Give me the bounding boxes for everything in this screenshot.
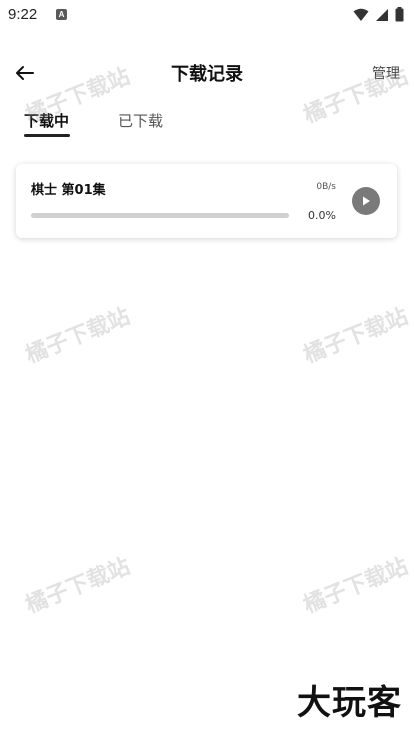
tab-bar: 下载中 已下载 [0,106,414,140]
download-item[interactable]: 棋士 第01集 0B/s 0.0% [16,164,397,238]
progress-bar [31,213,289,218]
screen: 9:22 A 下载记录 管理 下载中 已下载 棋士 第01集 0B/s 0.0%… [0,0,414,736]
manage-button[interactable]: 管理 [372,63,400,83]
brand-logo: 大玩客 [297,683,402,723]
battery-icon [395,7,404,22]
signal-icon [376,8,388,21]
download-speed: 0B/s [316,182,336,192]
watermark: 橘子下载站 [22,304,134,369]
header: 下载记录 管理 [0,52,414,92]
tab-downloading[interactable]: 下载中 [24,110,69,131]
watermark: 橘子下载站 [22,554,134,619]
download-title: 棋士 第01集 [31,183,106,198]
status-time: 9:22 [8,6,38,23]
watermark: 橘子下载站 [300,304,412,369]
notification-icon: A [56,9,67,20]
play-button[interactable] [352,187,380,215]
status-bar: 9:22 A [0,0,414,30]
page-title: 下载记录 [171,64,243,85]
tab-downloaded[interactable]: 已下载 [118,110,163,131]
wifi-icon [353,8,369,21]
play-icon [363,196,370,206]
status-icons [353,7,404,22]
download-percent: 0.0% [308,209,336,222]
tab-indicator [24,134,70,137]
watermark: 橘子下载站 [300,554,412,619]
